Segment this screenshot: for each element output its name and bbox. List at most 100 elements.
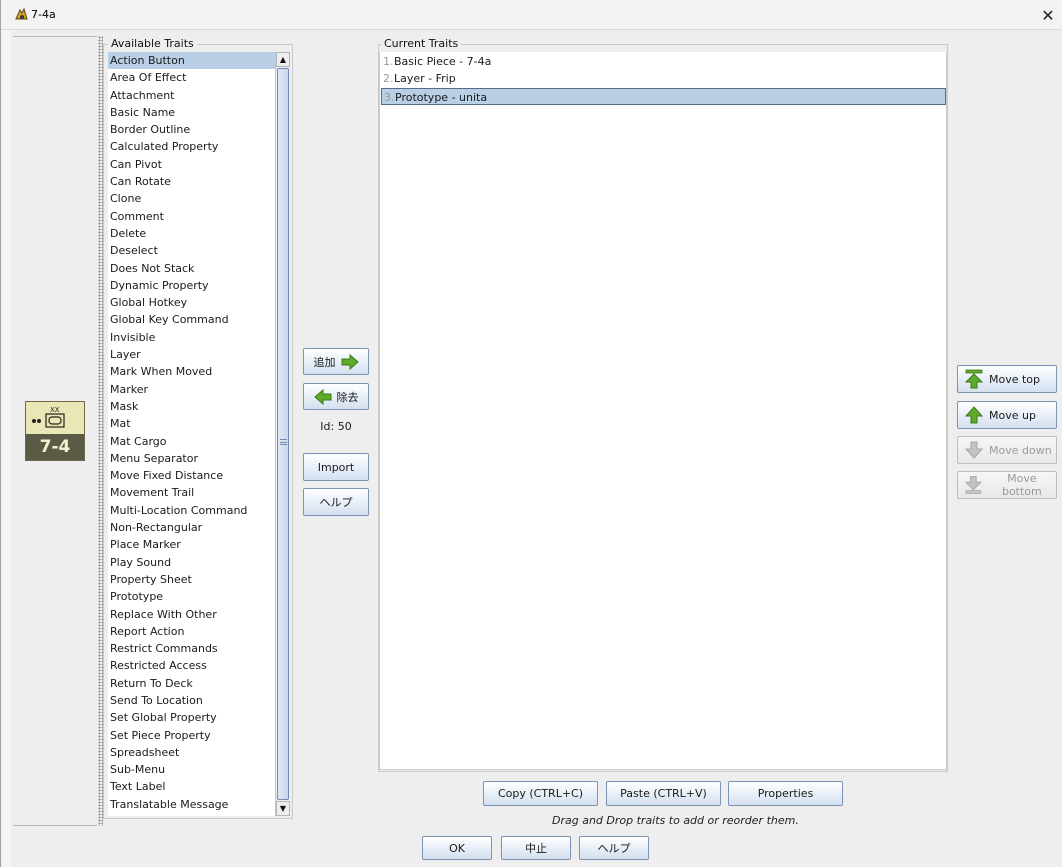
scroll-down-button[interactable]: ▼ — [276, 801, 290, 816]
available-trait-item[interactable]: Play Sound — [108, 554, 275, 571]
available-trait-item[interactable]: Can Pivot — [108, 156, 275, 173]
piece-top-mark: XX — [50, 406, 60, 414]
available-trait-item[interactable]: Area Of Effect — [108, 69, 275, 86]
available-trait-item[interactable]: Basic Name — [108, 104, 275, 121]
move-top-label: Move top — [989, 372, 1041, 386]
move-down-icon — [964, 441, 984, 459]
available-trait-item[interactable]: Does Not Stack — [108, 260, 275, 277]
available-trait-item[interactable]: Move Fixed Distance — [108, 467, 275, 484]
available-traits-scrollbar[interactable]: ▲ ▼ — [275, 52, 290, 816]
close-icon: ✕ — [1041, 5, 1055, 25]
available-trait-item[interactable]: Place Marker — [108, 536, 275, 553]
available-trait-item[interactable]: Calculated Property — [108, 138, 275, 155]
scroll-up-button[interactable]: ▲ — [276, 52, 290, 67]
available-trait-item[interactable]: Clone — [108, 190, 275, 207]
available-trait-item[interactable]: Non-Rectangular — [108, 519, 275, 536]
available-trait-item[interactable]: Invisible — [108, 329, 275, 346]
available-trait-item[interactable]: Restricted Access — [108, 657, 275, 674]
available-trait-item[interactable]: Prototype — [108, 588, 275, 605]
available-trait-item[interactable]: Border Outline — [108, 121, 275, 138]
available-trait-item[interactable]: Send To Location — [108, 692, 275, 709]
current-traits-title: Current Traits — [381, 37, 462, 50]
help-button-middle[interactable]: ヘルプ — [303, 488, 369, 516]
available-trait-item[interactable]: Sub-Menu — [108, 761, 275, 778]
copy-button[interactable]: Copy (CTRL+C) — [483, 781, 598, 806]
help-button[interactable]: ヘルプ — [579, 836, 649, 860]
move-top-button[interactable]: Move top — [957, 365, 1057, 393]
move-up-label: Move up — [989, 408, 1036, 422]
available-trait-item[interactable]: Property Sheet — [108, 571, 275, 588]
trait-number: 2. — [383, 72, 394, 86]
available-trait-item[interactable]: Translatable Message — [108, 796, 275, 813]
current-traits-list[interactable]: 1.Basic Piece - 7-4a 2.Layer - Frip 3.Prot… — [379, 52, 947, 770]
piece-image-top: XX — [26, 402, 84, 434]
available-trait-item[interactable]: Delete — [108, 225, 275, 242]
remove-trait-button[interactable]: 除去 — [303, 383, 369, 410]
available-trait-item[interactable]: Set Global Property — [108, 709, 275, 726]
close-button[interactable]: ✕ — [1037, 4, 1059, 26]
move-up-button[interactable]: Move up — [957, 401, 1057, 429]
available-trait-item[interactable]: Menu Separator — [108, 450, 275, 467]
available-trait-item[interactable]: Marker — [108, 381, 275, 398]
add-trait-label: 追加 — [313, 355, 336, 369]
window-edge — [1, 30, 11, 867]
available-trait-item[interactable]: Restrict Commands — [108, 640, 275, 657]
available-trait-item[interactable]: Return To Deck — [108, 675, 275, 692]
arrow-left-icon — [313, 388, 331, 405]
piece-label: 7-4 — [26, 434, 84, 460]
available-trait-item[interactable]: Deselect — [108, 242, 275, 259]
piece-image: XX 7-4 — [25, 401, 85, 461]
add-trait-button[interactable]: 追加 — [303, 348, 369, 375]
scroll-up-icon: ▲ — [279, 55, 287, 64]
available-trait-item[interactable]: Global Key Command — [108, 311, 275, 328]
move-bottom-button[interactable]: Move bottom — [957, 471, 1057, 499]
available-trait-item[interactable]: Text Label — [108, 778, 275, 795]
current-trait-item[interactable]: 3.Prototype - unita — [381, 87, 946, 105]
available-trait-item[interactable]: Mark When Moved — [108, 363, 275, 380]
title-bar[interactable]: 7-4a ✕ — [1, 0, 1062, 30]
trait-editor-window: 7-4a ✕ XX 7-4 Available Traits Action Bu… — [0, 0, 1062, 867]
available-trait-item[interactable]: Global Hotkey — [108, 294, 275, 311]
available-trait-item[interactable]: Mat — [108, 415, 275, 432]
available-trait-item[interactable]: Action Button — [108, 52, 275, 70]
move-bottom-icon — [964, 476, 983, 494]
trait-label: Layer - Frip — [394, 72, 456, 86]
move-bottom-label: Move bottom — [1001, 472, 1042, 498]
available-trait-item[interactable]: Mask — [108, 398, 275, 415]
trait-number: 3. — [384, 90, 395, 104]
arrow-right-icon — [341, 353, 359, 370]
available-trait-item[interactable]: Report Action — [108, 623, 275, 640]
scroll-thumb[interactable] — [277, 68, 289, 800]
move-up-icon — [964, 406, 984, 424]
available-trait-item[interactable]: Dynamic Property — [108, 277, 275, 294]
scroll-grip-icon — [280, 439, 287, 445]
available-trait-item[interactable]: Mat Cargo — [108, 433, 275, 450]
trait-label: Basic Piece - 7-4a — [394, 55, 492, 68]
available-trait-item[interactable]: Can Rotate — [108, 173, 275, 190]
available-trait-item[interactable]: Layer — [108, 346, 275, 363]
available-trait-item[interactable]: Movement Trail — [108, 484, 275, 501]
drag-drop-hint: Drag and Drop traits to add or reorder t… — [552, 814, 799, 827]
cancel-button[interactable]: 中止 — [501, 836, 571, 860]
app-icon — [15, 7, 28, 20]
available-trait-item[interactable]: Attachment — [108, 87, 275, 104]
remove-trait-label: 除去 — [336, 390, 359, 404]
move-down-button[interactable]: Move down — [957, 436, 1057, 464]
available-trait-item[interactable]: Comment — [108, 208, 275, 225]
window-title: 7-4a — [31, 8, 56, 21]
trait-id-label: Id: 50 — [320, 420, 352, 433]
import-button[interactable]: Import — [303, 453, 369, 481]
available-trait-item[interactable]: Replace With Other — [108, 606, 275, 623]
current-trait-item[interactable]: 1.Basic Piece - 7-4a — [381, 53, 491, 70]
available-trait-item[interactable]: Multi-Location Command — [108, 502, 275, 519]
available-trait-item[interactable]: Spreadsheet — [108, 744, 275, 761]
trait-label: Prototype - unita — [395, 90, 488, 104]
move-down-label: Move down — [989, 443, 1052, 457]
trait-number: 1. — [383, 55, 394, 68]
current-trait-item[interactable]: 2.Layer - Frip — [381, 70, 456, 87]
ok-button[interactable]: OK — [422, 836, 492, 860]
available-traits-list[interactable]: Action Button Area Of Effect Attachment Bas… — [108, 52, 275, 816]
available-trait-item[interactable]: Set Piece Property — [108, 727, 275, 744]
properties-button[interactable]: Properties — [728, 781, 843, 806]
paste-button[interactable]: Paste (CTRL+V) — [606, 781, 721, 806]
